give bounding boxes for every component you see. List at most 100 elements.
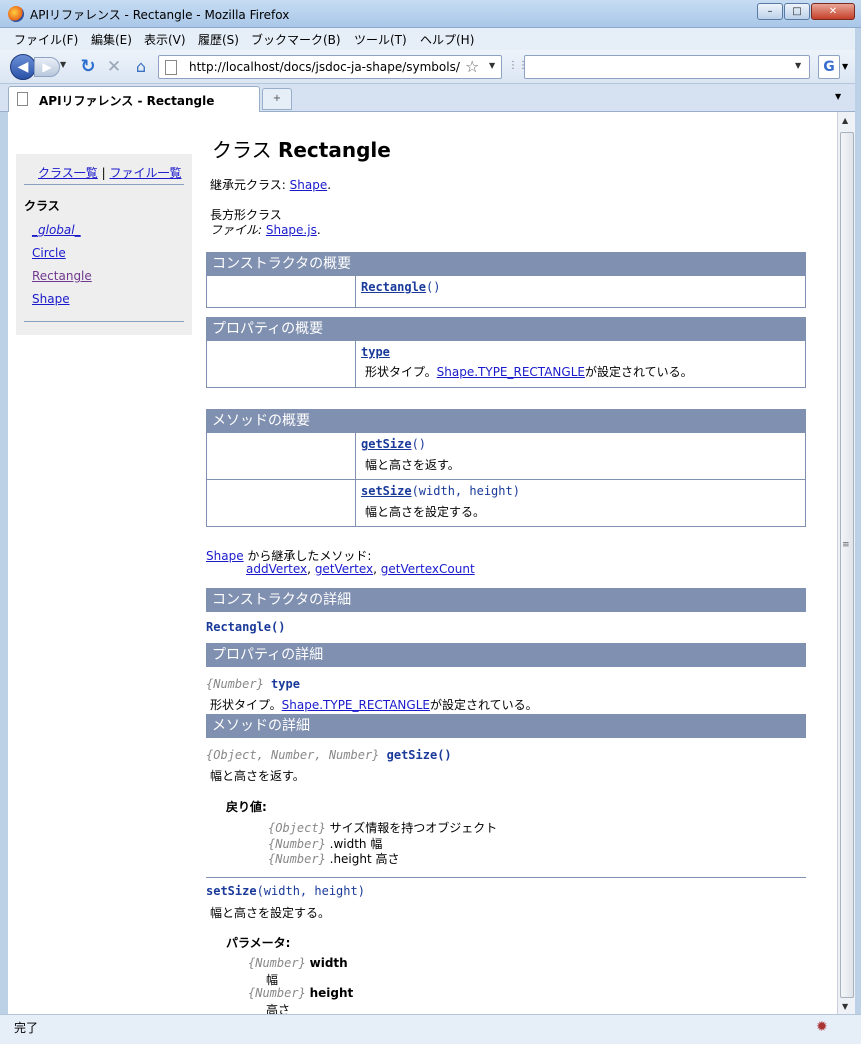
new-tab-icon[interactable]: +	[262, 88, 292, 110]
file-link[interactable]: Shape.js	[266, 223, 317, 237]
getsize-link[interactable]: getSize	[361, 437, 412, 451]
getsize-return-type: {Object, Number, Number}	[206, 748, 380, 762]
method-summary-table: getSize() 幅と高さを返す。 setSize(width, height…	[206, 433, 806, 527]
class-list-link[interactable]: クラス一覧	[38, 166, 98, 180]
menu-bookmarks[interactable]: ブックマーク(B)	[251, 31, 341, 48]
forward-arrow-icon[interactable]: ▶	[34, 57, 60, 77]
search-input[interactable]: ▼	[524, 55, 810, 79]
constructor-sig: ()	[426, 280, 441, 294]
property-type: {Number}	[206, 677, 264, 691]
param-name: height	[309, 986, 354, 1000]
bookmark-star-icon[interactable]: ☆	[465, 57, 479, 76]
menu-edit[interactable]: 編集(E)	[91, 31, 132, 48]
minimize-button[interactable]: –	[757, 3, 783, 20]
inherited-class-link[interactable]: Shape	[206, 549, 244, 563]
menu-file[interactable]: ファイル(F)	[14, 31, 78, 48]
window-border	[855, 28, 861, 1044]
getsize-name: getSize	[386, 748, 438, 762]
close-button[interactable]: ✕	[811, 3, 855, 20]
search-dropdown-icon[interactable]: ▼	[795, 61, 801, 70]
menu-tools[interactable]: ツール(T)	[354, 31, 407, 48]
status-text: 完了	[14, 1021, 39, 1035]
getsize-desc: 幅と高さを返す。	[365, 458, 460, 472]
desc-prefix: 形状タイプ。	[365, 365, 437, 379]
return-desc: サイズ情報を持つオブジェクト	[329, 821, 498, 835]
scroll-down-icon[interactable]: ▼	[842, 1002, 848, 1011]
return-row: {Object} サイズ情報を持つオブジェクト	[268, 819, 497, 836]
tab-active[interactable]: APIリファレンス - Rectangle	[8, 86, 260, 112]
return-type: {Object}	[268, 821, 326, 835]
url-dropdown-icon[interactable]: ▼	[489, 61, 495, 70]
back-arrow-icon[interactable]: ◀	[10, 54, 36, 80]
getsize-detail-sig: {Object, Number, Number} getSize()	[206, 748, 452, 762]
tab-label: APIリファレンス - Rectangle	[39, 94, 215, 108]
return-type: {Number}	[268, 837, 326, 851]
search-engine-icon[interactable]: G	[818, 55, 840, 79]
return-row: {Number} .height 高さ	[268, 850, 400, 867]
comma: ,	[307, 562, 315, 576]
constructor-detail-heading: コンストラクタの詳細	[206, 588, 806, 612]
history-dropdown-icon[interactable]: ▼	[60, 60, 66, 69]
tab-page-icon	[17, 92, 28, 106]
scroll-thumb[interactable]	[840, 132, 854, 998]
property-detail-heading: プロパティの詳細	[206, 643, 806, 667]
param-type: {Number}	[248, 986, 306, 1000]
param-name: width	[309, 956, 348, 970]
returns-label: 戻り値:	[226, 800, 267, 814]
getvertex-link[interactable]: getVertex	[315, 562, 373, 576]
method-detail-heading: メソッドの詳細	[206, 714, 806, 738]
setsize-desc: 幅と高さを設定する。	[365, 505, 486, 519]
doc-sidebar: クラス一覧 | ファイル一覧 クラス _global_ Circle Recta…	[16, 154, 192, 335]
sidebar-item-circle[interactable]: Circle	[32, 246, 66, 260]
property-link-type[interactable]: type	[361, 345, 390, 359]
vertical-scrollbar[interactable]: ▲ ≡ ▼	[837, 112, 855, 1014]
extends-label: 継承元クラス:	[210, 178, 290, 192]
home-icon[interactable]: ⌂	[130, 57, 152, 77]
method-summary-heading: メソッドの概要	[206, 409, 806, 433]
link-separator: |	[101, 166, 106, 180]
sidebar-item-global[interactable]: _global_	[32, 223, 81, 237]
return-desc: .height 高さ	[329, 852, 400, 866]
url-bar[interactable]: http://localhost/docs/jsdoc-ja-shape/sym…	[158, 55, 502, 79]
getvertexcount-link[interactable]: getVertexCount	[381, 562, 475, 576]
page-title: クラス Rectangle	[212, 134, 391, 163]
reload-icon[interactable]: ↻	[78, 57, 98, 77]
type-constant-link[interactable]: Shape.TYPE_RECTANGLE	[437, 365, 585, 379]
getsize-detail-desc: 幅と高さを返す。	[210, 769, 305, 783]
menu-history[interactable]: 履歴(S)	[198, 31, 239, 48]
menu-help[interactable]: ヘルプ(H)	[420, 31, 474, 48]
setsize-detail-desc: 幅と高さを設定する。	[210, 906, 331, 920]
menu-view[interactable]: 表示(V)	[144, 31, 186, 48]
desc-prefix: 形状タイプ。	[210, 698, 282, 712]
scroll-grip-icon: ≡	[842, 540, 850, 550]
file-suffix: .	[316, 223, 321, 237]
property-summary-table: type 形状タイプ。Shape.TYPE_RECTANGLEが設定されている。	[206, 341, 806, 388]
constructor-link[interactable]: Rectangle	[361, 280, 426, 294]
tab-list-dropdown-icon[interactable]: ▼	[835, 92, 841, 101]
title-prefix: クラス	[212, 138, 278, 162]
search-engine-dropdown-icon[interactable]: ▼	[842, 62, 848, 71]
scroll-up-icon[interactable]: ▲	[842, 116, 848, 125]
file-list-link[interactable]: ファイル一覧	[109, 166, 181, 180]
sidebar-item-rectangle[interactable]: Rectangle	[32, 269, 92, 283]
property-detail-desc: 形状タイプ。Shape.TYPE_RECTANGLEが設定されている。	[210, 696, 538, 713]
property-summary-desc: 形状タイプ。Shape.TYPE_RECTANGLEが設定されている。	[365, 363, 693, 380]
window-titlebar[interactable]: APIリファレンス - Rectangle - Mozilla Firefox …	[0, 0, 861, 28]
setsize-link[interactable]: setSize	[361, 484, 412, 498]
table-cell	[207, 341, 356, 387]
page-icon	[165, 60, 177, 75]
stop-icon[interactable]: ✕	[104, 57, 124, 77]
sidebar-item-shape[interactable]: Shape	[32, 292, 70, 306]
extends-suffix: .	[327, 178, 332, 192]
firebug-icon[interactable]: ✹	[816, 1019, 828, 1035]
type-constant-link[interactable]: Shape.TYPE_RECTANGLE	[282, 698, 430, 712]
content-viewport: クラス一覧 | ファイル一覧 クラス _global_ Circle Recta…	[8, 112, 837, 1014]
constructor-detail-sig: Rectangle()	[206, 620, 286, 634]
sidebar-heading: クラス	[24, 199, 60, 213]
url-text[interactable]: http://localhost/docs/jsdoc-ja-shape/sym…	[189, 60, 461, 74]
setsize-name: setSize	[206, 884, 257, 898]
addvertex-link[interactable]: addVertex	[246, 562, 307, 576]
setsize-sig: (width, height)	[411, 484, 520, 498]
extends-link[interactable]: Shape	[290, 178, 328, 192]
maximize-button[interactable]: □	[784, 3, 810, 20]
